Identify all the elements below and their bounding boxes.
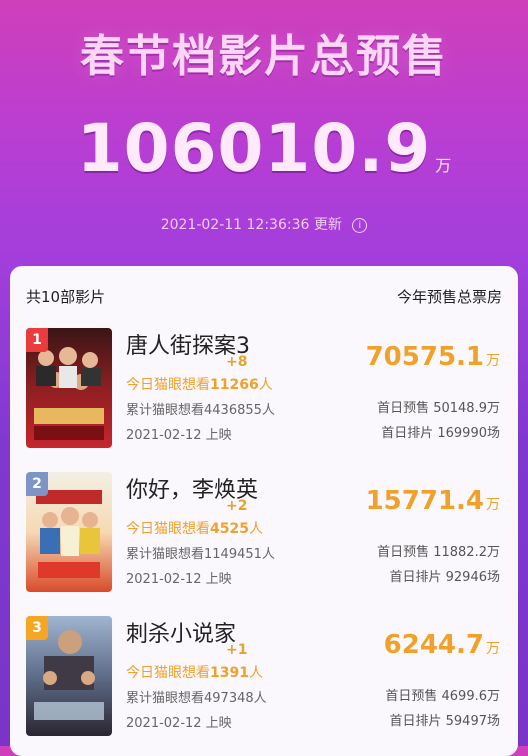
today-increase: +8 xyxy=(226,354,248,370)
rank-badge: 1 xyxy=(26,328,48,352)
rank-badge: 2 xyxy=(26,472,48,496)
box-office: 6244.7 万 xyxy=(384,630,500,660)
today-want-suffix: 人 xyxy=(248,665,263,681)
first-day-presale: 首日预售 4699.6万 xyxy=(385,689,500,704)
total-want: 累计猫眼想看497348人 xyxy=(126,691,267,706)
update-timestamp: 2021-02-11 12:36:36 更新 i xyxy=(0,214,528,234)
box-office-unit: 万 xyxy=(486,641,500,657)
update-timestamp-text: 2021-02-11 12:36:36 更新 xyxy=(160,217,342,233)
today-want-count: 11266 xyxy=(210,377,259,393)
list-header: 共10部影片 今年预售总票房 xyxy=(10,266,518,322)
today-want-count: 4525 xyxy=(210,521,249,537)
box-office-value: 15771.4 xyxy=(365,486,484,516)
first-day-schedule: 首日排片 59497场 xyxy=(389,714,501,729)
today-increase: +2 xyxy=(226,498,248,514)
first-day-schedule: 首日排片 169990场 xyxy=(381,426,500,441)
first-day-schedule: 首日排片 92946场 xyxy=(389,570,501,585)
movie-title[interactable]: 刺杀小说家 xyxy=(126,616,236,648)
release-date: 2021-02-12 上映 xyxy=(126,572,232,587)
total-want: 累计猫眼想看1149451人 xyxy=(126,547,275,562)
today-want-suffix: 人 xyxy=(258,377,273,393)
page-title: 春节档影片总预售 xyxy=(80,31,448,82)
movie-row[interactable]: 1 唐人街探案3 +8 今日猫眼想看11266人 累计猫眼想看4436855人 … xyxy=(10,328,518,468)
box-office-value: 6244.7 xyxy=(383,630,484,660)
movie-row[interactable]: 3 刺杀小说家 +1 今日猫眼想看1391人 累计猫眼想看497348人 202… xyxy=(10,616,518,756)
movie-poster[interactable]: 2 xyxy=(26,472,112,592)
today-want-prefix: 今日猫眼想看 xyxy=(126,377,210,393)
movie-poster[interactable]: 1 xyxy=(26,328,112,448)
release-date: 2021-02-12 上映 xyxy=(126,428,232,443)
total-presale: 106010.9 万 xyxy=(0,110,528,187)
today-want-suffix: 人 xyxy=(248,521,263,537)
movie-list-panel: 共10部影片 今年预售总票房 1 唐人街探案3 +8 今日猫眼想看11266人 … xyxy=(10,266,518,756)
release-date: 2021-02-12 上映 xyxy=(126,716,232,731)
today-want-prefix: 今日猫眼想看 xyxy=(126,521,210,537)
today-want: 今日猫眼想看4525人 xyxy=(126,518,263,538)
today-want: 今日猫眼想看11266人 xyxy=(126,374,273,394)
total-presale-value: 106010.9 xyxy=(76,110,432,187)
total-presale-unit: 万 xyxy=(435,156,452,175)
movie-poster[interactable]: 3 xyxy=(26,616,112,736)
today-want: 今日猫眼想看1391人 xyxy=(126,662,263,682)
first-day-presale: 首日预售 50148.9万 xyxy=(377,401,500,416)
today-want-count: 1391 xyxy=(210,665,249,681)
today-want-prefix: 今日猫眼想看 xyxy=(126,665,210,681)
box-office: 15771.4 万 xyxy=(366,486,500,516)
box-office: 70575.1 万 xyxy=(366,342,500,372)
first-day-presale: 首日预售 11882.2万 xyxy=(377,545,500,560)
movie-count-label: 共10部影片 xyxy=(26,288,106,306)
box-office-unit: 万 xyxy=(486,353,500,369)
today-increase: +1 xyxy=(226,642,248,658)
rank-badge: 3 xyxy=(26,616,48,640)
total-want: 累计猫眼想看4436855人 xyxy=(126,403,275,418)
box-office-unit: 万 xyxy=(486,497,500,513)
movie-row[interactable]: 2 你好，李焕英 +2 今日猫眼想看4525人 累计猫眼想看1149451人 2… xyxy=(10,472,518,612)
info-icon[interactable]: i xyxy=(352,217,368,233)
hero-banner: 春节档影片总预售 106010.9 万 2021-02-11 12:36:36 更… xyxy=(0,0,528,270)
box-office-value: 70575.1 xyxy=(365,342,484,372)
column-label: 今年预售总票房 xyxy=(396,288,502,306)
